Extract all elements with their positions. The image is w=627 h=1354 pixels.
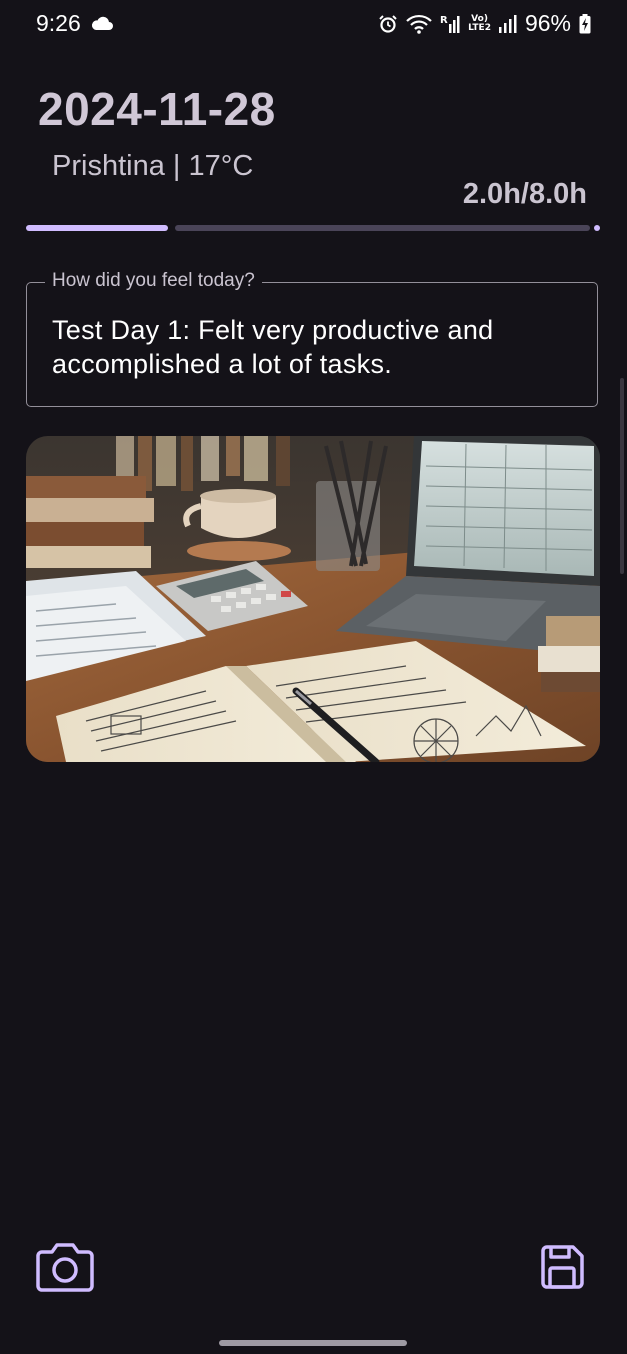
progress-fill: [26, 225, 168, 231]
camera-button[interactable]: [34, 1242, 96, 1294]
cloud-icon: [91, 16, 113, 30]
save-icon: [541, 1245, 584, 1289]
progress-track: [175, 225, 590, 231]
battery-charging-icon: [579, 13, 591, 33]
feeling-field-label: How did you feel today?: [45, 270, 262, 292]
scroll-indicator[interactable]: [620, 378, 624, 574]
hours-progress-text: 2.0h/8.0h: [462, 178, 587, 210]
status-time: 9:26: [36, 10, 81, 36]
feeling-text-field[interactable]: How did you feel today? Test Day 1: Felt…: [26, 270, 598, 407]
desk-photo-illustration: [26, 436, 600, 762]
progress-end-dot: [594, 225, 600, 231]
journal-photo[interactable]: [26, 436, 600, 762]
save-button[interactable]: [538, 1243, 586, 1291]
alarm-icon: [379, 14, 397, 33]
wifi-icon: [406, 14, 432, 34]
home-indicator[interactable]: [219, 1340, 407, 1346]
signal-r-icon: R: [440, 15, 460, 33]
date-title: 2024-11-28: [38, 83, 276, 135]
status-icons: R Vo) LTE2 96%: [378, 10, 591, 37]
location-weather: Prishtina | 17°C: [52, 150, 254, 182]
camera-icon: [36, 1243, 94, 1292]
hours-progress-bar: [26, 225, 600, 231]
battery-percent: 96%: [524, 10, 571, 36]
svg-text:R: R: [440, 15, 448, 26]
volte-lte2-icon: Vo) LTE2: [468, 13, 491, 33]
status-bar: 9:26 R Vo) LTE2 96%: [0, 0, 627, 52]
feeling-field-value[interactable]: Test Day 1: Felt very productive and acc…: [52, 313, 577, 381]
journal-screen: 9:26 R Vo) LTE2 96% 2024-11-28 Prishtina…: [0, 0, 627, 1354]
signal-icon: [498, 14, 517, 33]
